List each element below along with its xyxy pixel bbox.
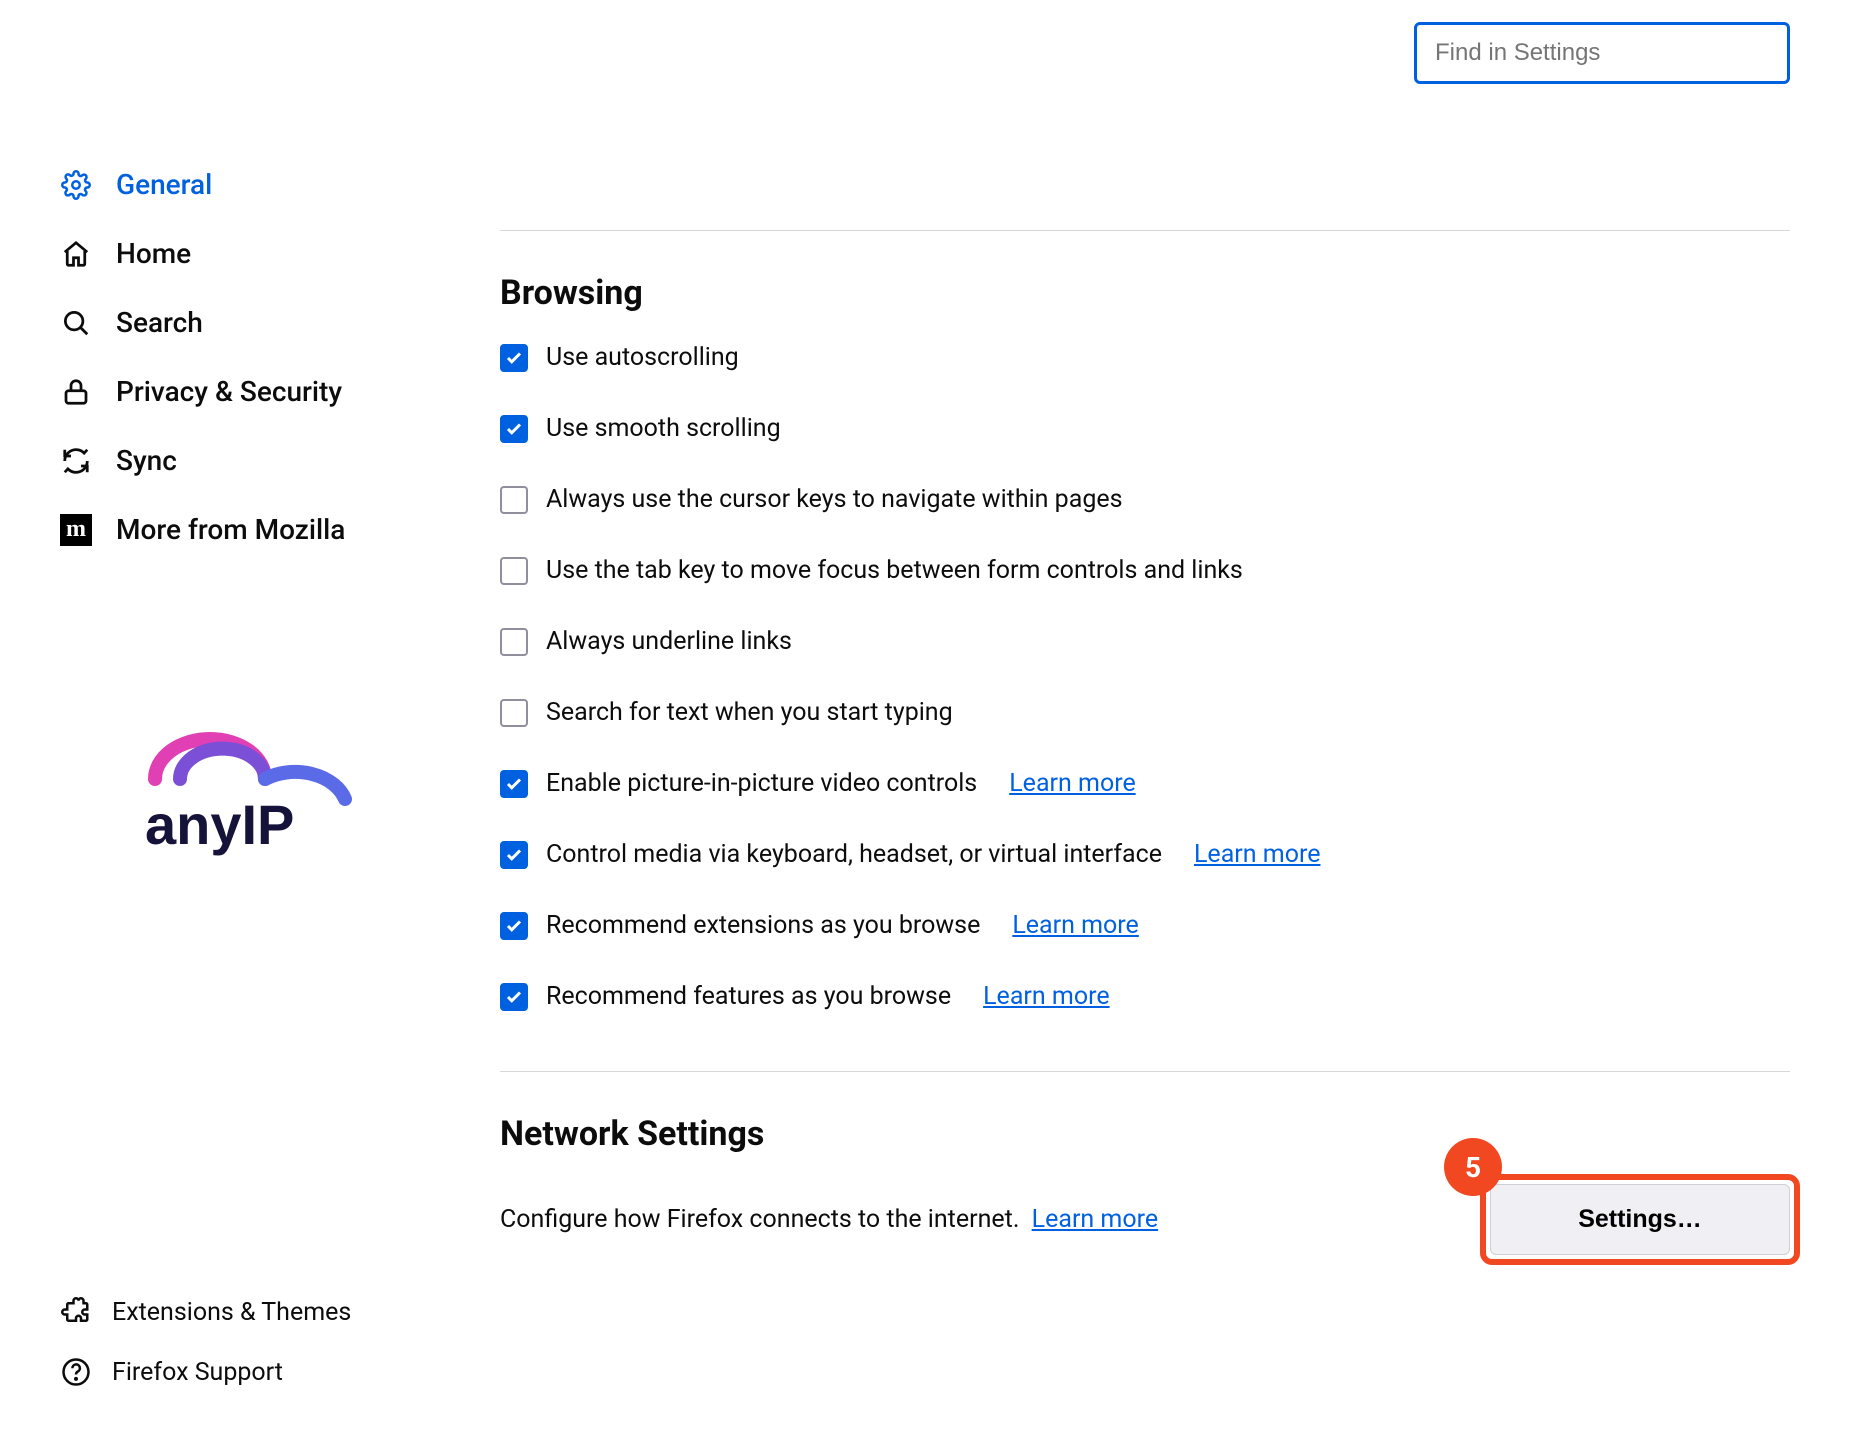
option-label: Enable picture-in-picture video controls [546,769,977,798]
mozilla-icon: m [60,514,92,546]
sidebar-item-label: General [116,168,212,201]
home-icon [60,238,92,270]
checkbox[interactable] [500,983,528,1011]
option-underline-links[interactable]: Always underline links [500,627,1790,656]
learn-more-link[interactable]: Learn more [1032,1205,1158,1234]
sidebar-item-sync[interactable]: Sync [50,426,430,495]
browsing-title: Browsing [500,273,1790,313]
learn-more-link[interactable]: Learn more [1194,840,1320,869]
option-label: Recommend features as you browse [546,982,951,1011]
checkbox[interactable] [500,841,528,869]
option-recommend-feat[interactable]: Recommend features as you browse Learn m… [500,982,1790,1011]
checkbox[interactable] [500,628,528,656]
learn-more-link[interactable]: Learn more [1012,911,1138,940]
sidebar-item-privacy[interactable]: Privacy & Security [50,357,430,426]
option-label: Search for text when you start typing [546,698,953,727]
sidebar-item-label: Privacy & Security [116,375,342,408]
option-label: Recommend extensions as you browse [546,911,980,940]
sidebar-item-search[interactable]: Search [50,288,430,357]
checkbox[interactable] [500,699,528,727]
network-settings-button[interactable]: Settings… [1490,1184,1790,1255]
sidebar-footer: Extensions & Themes Firefox Support [50,1282,430,1402]
browsing-options: Use autoscrolling Use smooth scrolling A… [500,343,1790,1011]
gear-icon [60,169,92,201]
divider [500,230,1790,231]
checkbox[interactable] [500,557,528,585]
option-tab-key[interactable]: Use the tab key to move focus between fo… [500,556,1790,585]
search-box [1414,22,1790,84]
sidebar-item-more-mozilla[interactable]: m More from Mozilla [50,495,430,564]
learn-more-link[interactable]: Learn more [1009,769,1135,798]
option-cursor-keys[interactable]: Always use the cursor keys to navigate w… [500,485,1790,514]
option-label: Control media via keyboard, headset, or … [546,840,1162,869]
option-label: Use the tab key to move focus between fo… [546,556,1243,585]
divider [500,1071,1790,1072]
sync-icon [60,445,92,477]
sidebar: General Home Search Privacy & Security [0,0,480,1442]
network-description: Configure how Firefox connects to the in… [500,1205,1019,1234]
sidebar-item-label: Firefox Support [112,1358,283,1387]
anyip-logo: anyIP [115,724,365,880]
checkbox[interactable] [500,912,528,940]
option-recommend-ext[interactable]: Recommend extensions as you browse Learn… [500,911,1790,940]
checkbox[interactable] [500,770,528,798]
network-description-row: Configure how Firefox connects to the in… [500,1205,1158,1234]
sidebar-item-support[interactable]: Firefox Support [50,1342,430,1402]
sidebar-item-label: Sync [116,444,177,477]
option-smooth-scrolling[interactable]: Use smooth scrolling [500,414,1790,443]
nav-list: General Home Search Privacy & Security [50,150,430,564]
help-icon [60,1356,92,1388]
sidebar-item-home[interactable]: Home [50,219,430,288]
main-content: Browsing Use autoscrolling Use smooth sc… [480,0,1870,1442]
sidebar-item-label: Extensions & Themes [112,1298,351,1327]
option-label: Always use the cursor keys to navigate w… [546,485,1123,514]
option-search-typing[interactable]: Search for text when you start typing [500,698,1790,727]
checkbox[interactable] [500,486,528,514]
option-media-keyboard[interactable]: Control media via keyboard, headset, or … [500,840,1790,869]
sidebar-item-extensions[interactable]: Extensions & Themes [50,1282,430,1342]
option-label: Use smooth scrolling [546,414,781,443]
learn-more-link[interactable]: Learn more [983,982,1109,1011]
search-input[interactable] [1414,22,1790,84]
search-icon [60,307,92,339]
sidebar-item-label: Home [116,237,191,270]
option-autoscrolling[interactable]: Use autoscrolling [500,343,1790,372]
sidebar-item-general[interactable]: General [50,150,430,219]
option-label: Use autoscrolling [546,343,739,372]
checkbox[interactable] [500,415,528,443]
network-row: Configure how Firefox connects to the in… [500,1184,1790,1255]
option-pip[interactable]: Enable picture-in-picture video controls… [500,769,1790,798]
checkbox[interactable] [500,344,528,372]
puzzle-icon [60,1296,92,1328]
lock-icon [60,376,92,408]
svg-text:anyIP: anyIP [145,793,294,856]
settings-button-wrap: Settings… 5 [1490,1184,1790,1255]
sidebar-item-label: More from Mozilla [116,513,345,546]
sidebar-item-label: Search [116,306,203,339]
network-title: Network Settings [500,1114,1790,1154]
option-label: Always underline links [546,627,792,656]
